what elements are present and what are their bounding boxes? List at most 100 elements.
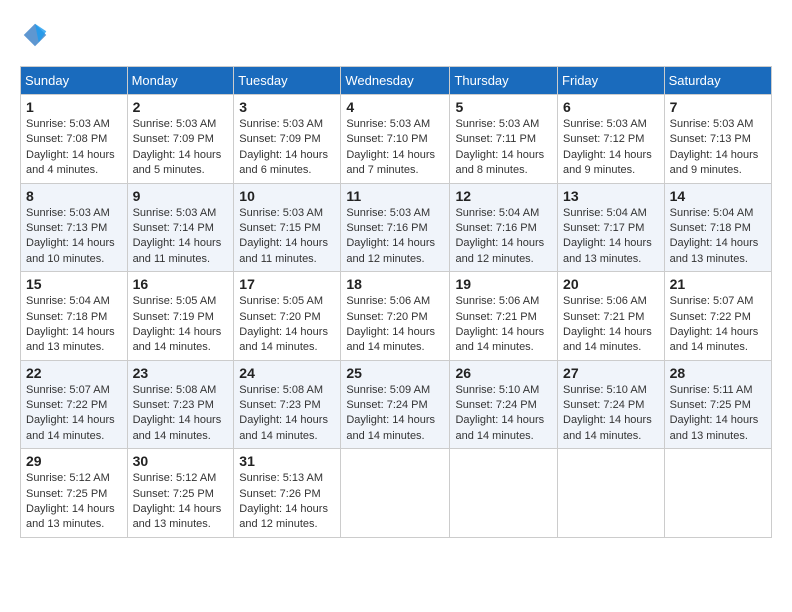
sunrise-label: Sunrise: 5:12 AM	[133, 472, 217, 484]
week-row-5: 29 Sunrise: 5:12 AM Sunset: 7:25 PM Dayl…	[21, 449, 772, 538]
day-info: Sunrise: 5:03 AM Sunset: 7:13 PM Dayligh…	[26, 206, 122, 268]
daylight-label: Daylight: 14 hours and 12 minutes.	[346, 237, 435, 264]
header-saturday: Saturday	[664, 67, 771, 95]
week-row-2: 8 Sunrise: 5:03 AM Sunset: 7:13 PM Dayli…	[21, 183, 772, 272]
daylight-label: Daylight: 14 hours and 14 minutes.	[239, 326, 328, 353]
calendar-cell	[341, 449, 450, 538]
day-number: 13	[563, 188, 659, 204]
day-info: Sunrise: 5:12 AM Sunset: 7:25 PM Dayligh…	[133, 471, 229, 533]
daylight-label: Daylight: 14 hours and 11 minutes.	[133, 237, 222, 264]
sunrise-label: Sunrise: 5:03 AM	[346, 118, 430, 130]
sunrise-label: Sunrise: 5:13 AM	[239, 472, 323, 484]
sunrise-label: Sunrise: 5:06 AM	[563, 295, 647, 307]
day-number: 17	[239, 276, 335, 292]
calendar-table: SundayMondayTuesdayWednesdayThursdayFrid…	[20, 66, 772, 538]
day-number: 30	[133, 453, 229, 469]
daylight-label: Daylight: 14 hours and 13 minutes.	[670, 414, 759, 441]
day-number: 24	[239, 365, 335, 381]
header-tuesday: Tuesday	[234, 67, 341, 95]
sunset-label: Sunset: 7:24 PM	[346, 399, 427, 411]
sunset-label: Sunset: 7:14 PM	[133, 222, 214, 234]
daylight-label: Daylight: 14 hours and 4 minutes.	[26, 149, 115, 176]
day-info: Sunrise: 5:03 AM Sunset: 7:15 PM Dayligh…	[239, 206, 335, 268]
day-info: Sunrise: 5:03 AM Sunset: 7:10 PM Dayligh…	[346, 117, 444, 179]
calendar-cell: 29 Sunrise: 5:12 AM Sunset: 7:25 PM Dayl…	[21, 449, 128, 538]
daylight-label: Daylight: 14 hours and 10 minutes.	[26, 237, 115, 264]
calendar-cell: 7 Sunrise: 5:03 AM Sunset: 7:13 PM Dayli…	[664, 95, 771, 184]
sunset-label: Sunset: 7:23 PM	[239, 399, 320, 411]
day-number: 12	[455, 188, 552, 204]
calendar-cell: 20 Sunrise: 5:06 AM Sunset: 7:21 PM Dayl…	[558, 272, 665, 361]
daylight-label: Daylight: 14 hours and 6 minutes.	[239, 149, 328, 176]
day-number: 31	[239, 453, 335, 469]
sunset-label: Sunset: 7:09 PM	[239, 133, 320, 145]
day-info: Sunrise: 5:03 AM Sunset: 7:16 PM Dayligh…	[346, 206, 444, 268]
day-info: Sunrise: 5:03 AM Sunset: 7:14 PM Dayligh…	[133, 206, 229, 268]
sunrise-label: Sunrise: 5:07 AM	[26, 384, 110, 396]
sunrise-label: Sunrise: 5:03 AM	[133, 207, 217, 219]
daylight-label: Daylight: 14 hours and 14 minutes.	[563, 414, 652, 441]
daylight-label: Daylight: 14 hours and 11 minutes.	[239, 237, 328, 264]
sunrise-label: Sunrise: 5:05 AM	[239, 295, 323, 307]
sunrise-label: Sunrise: 5:04 AM	[563, 207, 647, 219]
day-info: Sunrise: 5:06 AM Sunset: 7:20 PM Dayligh…	[346, 294, 444, 356]
sunset-label: Sunset: 7:23 PM	[133, 399, 214, 411]
daylight-label: Daylight: 14 hours and 13 minutes.	[26, 326, 115, 353]
daylight-label: Daylight: 14 hours and 8 minutes.	[455, 149, 544, 176]
week-row-3: 15 Sunrise: 5:04 AM Sunset: 7:18 PM Dayl…	[21, 272, 772, 361]
sunrise-label: Sunrise: 5:06 AM	[346, 295, 430, 307]
daylight-label: Daylight: 14 hours and 14 minutes.	[455, 326, 544, 353]
sunset-label: Sunset: 7:18 PM	[26, 311, 107, 323]
day-number: 22	[26, 365, 122, 381]
day-info: Sunrise: 5:05 AM Sunset: 7:20 PM Dayligh…	[239, 294, 335, 356]
day-info: Sunrise: 5:10 AM Sunset: 7:24 PM Dayligh…	[563, 383, 659, 445]
day-number: 10	[239, 188, 335, 204]
sunrise-label: Sunrise: 5:08 AM	[133, 384, 217, 396]
day-info: Sunrise: 5:11 AM Sunset: 7:25 PM Dayligh…	[670, 383, 766, 445]
calendar-cell: 2 Sunrise: 5:03 AM Sunset: 7:09 PM Dayli…	[127, 95, 234, 184]
daylight-label: Daylight: 14 hours and 12 minutes.	[455, 237, 544, 264]
sunset-label: Sunset: 7:25 PM	[670, 399, 751, 411]
calendar-cell: 26 Sunrise: 5:10 AM Sunset: 7:24 PM Dayl…	[450, 360, 558, 449]
calendar-cell	[450, 449, 558, 538]
day-info: Sunrise: 5:06 AM Sunset: 7:21 PM Dayligh…	[455, 294, 552, 356]
sunset-label: Sunset: 7:18 PM	[670, 222, 751, 234]
day-info: Sunrise: 5:04 AM Sunset: 7:16 PM Dayligh…	[455, 206, 552, 268]
calendar-cell: 8 Sunrise: 5:03 AM Sunset: 7:13 PM Dayli…	[21, 183, 128, 272]
calendar-cell: 17 Sunrise: 5:05 AM Sunset: 7:20 PM Dayl…	[234, 272, 341, 361]
sunset-label: Sunset: 7:20 PM	[346, 311, 427, 323]
day-info: Sunrise: 5:04 AM Sunset: 7:18 PM Dayligh…	[26, 294, 122, 356]
sunrise-label: Sunrise: 5:03 AM	[239, 118, 323, 130]
sunrise-label: Sunrise: 5:03 AM	[670, 118, 754, 130]
calendar-cell: 4 Sunrise: 5:03 AM Sunset: 7:10 PM Dayli…	[341, 95, 450, 184]
day-info: Sunrise: 5:03 AM Sunset: 7:09 PM Dayligh…	[239, 117, 335, 179]
daylight-label: Daylight: 14 hours and 14 minutes.	[346, 414, 435, 441]
day-info: Sunrise: 5:03 AM Sunset: 7:12 PM Dayligh…	[563, 117, 659, 179]
daylight-label: Daylight: 14 hours and 9 minutes.	[563, 149, 652, 176]
day-number: 5	[455, 99, 552, 115]
day-info: Sunrise: 5:10 AM Sunset: 7:24 PM Dayligh…	[455, 383, 552, 445]
header-wednesday: Wednesday	[341, 67, 450, 95]
daylight-label: Daylight: 14 hours and 9 minutes.	[670, 149, 759, 176]
day-number: 16	[133, 276, 229, 292]
calendar-cell: 21 Sunrise: 5:07 AM Sunset: 7:22 PM Dayl…	[664, 272, 771, 361]
week-row-4: 22 Sunrise: 5:07 AM Sunset: 7:22 PM Dayl…	[21, 360, 772, 449]
daylight-label: Daylight: 14 hours and 14 minutes.	[563, 326, 652, 353]
day-number: 1	[26, 99, 122, 115]
sunset-label: Sunset: 7:24 PM	[455, 399, 536, 411]
day-number: 18	[346, 276, 444, 292]
daylight-label: Daylight: 14 hours and 14 minutes.	[346, 326, 435, 353]
sunset-label: Sunset: 7:25 PM	[133, 488, 214, 500]
logo-icon	[20, 20, 50, 50]
daylight-label: Daylight: 14 hours and 14 minutes.	[670, 326, 759, 353]
sunrise-label: Sunrise: 5:03 AM	[455, 118, 539, 130]
day-number: 21	[670, 276, 766, 292]
sunset-label: Sunset: 7:21 PM	[563, 311, 644, 323]
sunset-label: Sunset: 7:13 PM	[26, 222, 107, 234]
day-info: Sunrise: 5:03 AM Sunset: 7:09 PM Dayligh…	[133, 117, 229, 179]
calendar-cell: 22 Sunrise: 5:07 AM Sunset: 7:22 PM Dayl…	[21, 360, 128, 449]
sunset-label: Sunset: 7:21 PM	[455, 311, 536, 323]
day-number: 15	[26, 276, 122, 292]
calendar-cell: 3 Sunrise: 5:03 AM Sunset: 7:09 PM Dayli…	[234, 95, 341, 184]
sunrise-label: Sunrise: 5:05 AM	[133, 295, 217, 307]
